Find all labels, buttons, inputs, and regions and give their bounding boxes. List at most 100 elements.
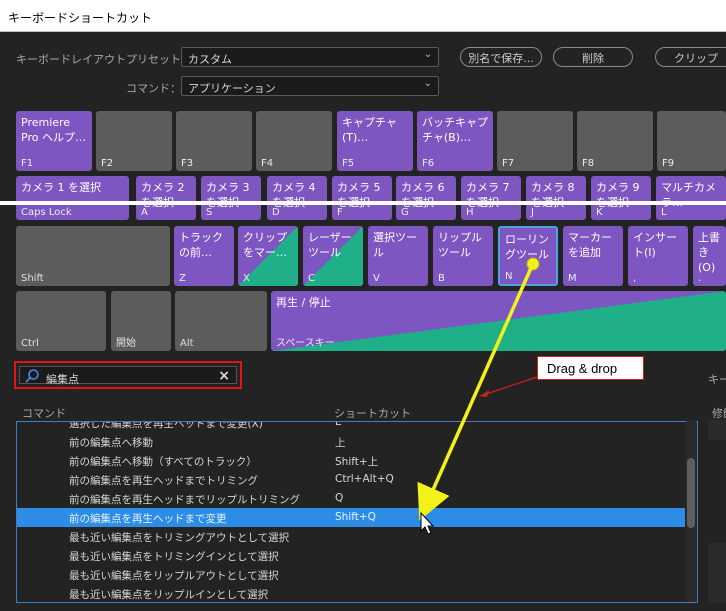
row-shortcut: Shift+Q [335, 511, 376, 523]
key-s[interactable]: カメラ 3 を選択 S [201, 176, 261, 220]
key-z-label: Z [179, 273, 186, 284]
key-c[interactable]: レーザーツール C [303, 226, 363, 286]
key-k[interactable]: カメラ 9 を選択 K [591, 176, 651, 220]
key-capslock-label: Caps Lock [21, 207, 72, 218]
key-l[interactable]: マルチカメラ… L [656, 176, 726, 220]
row-command: 選択した編集点を再生ヘッドまで変更(X) [69, 421, 263, 430]
preset-value: カスタム [188, 53, 232, 66]
row-command: 前の編集点を再生ヘッドまでリップルトリミング [69, 494, 300, 506]
table-row[interactable]: 前の編集点へ移動（すべてのトラック） Shift+上 [17, 451, 685, 470]
clipboard-button[interactable]: クリップ [655, 47, 726, 67]
key-alt-label: Alt [180, 338, 194, 349]
row-command: 最も近い編集点をリップルインとして選択 [69, 589, 269, 601]
screenshot-divider [0, 201, 726, 205]
key-c-command: レーザーツール [308, 231, 352, 259]
key-f7-label: F7 [502, 158, 515, 169]
key-l-label: L [661, 207, 667, 218]
key-x[interactable]: クリップをマー… X [238, 226, 298, 286]
key-f2-label: F2 [101, 158, 114, 169]
command-dropdown[interactable]: アプリケーション ⌄ [181, 76, 439, 96]
key-f1[interactable]: Premiere Pro ヘルプ… F1 [16, 111, 92, 171]
key-v[interactable]: 選択ツール V [368, 226, 428, 286]
key-space[interactable]: 再生 / 停止 スペースキー [271, 291, 726, 351]
command-value: アプリケーション [188, 82, 276, 95]
key-period[interactable]: 上書き(O) . [693, 226, 726, 286]
key-f1-command: Premiere Pro ヘルプ… [21, 116, 86, 144]
key-f3[interactable]: F3 [176, 111, 252, 171]
key-ctrl[interactable]: Ctrl [16, 291, 106, 351]
table-row[interactable]: 前の編集点へ移動 上 [17, 432, 685, 451]
key-d[interactable]: カメラ 4 を選択 D [267, 176, 327, 220]
table-row[interactable]: 最も近い編集点をトリミングアウトとして選択 [17, 527, 685, 546]
key-f2[interactable]: F2 [96, 111, 172, 171]
key-capslock[interactable]: カメラ 1 を選択 Caps Lock [16, 176, 129, 220]
table-row[interactable]: 前の編集点を再生ヘッドまでトリミング Ctrl+Alt+Q [17, 470, 685, 489]
delete-button[interactable]: 削除 [553, 47, 633, 67]
command-list[interactable]: 選択した編集点を再生ヘッドまで変更(X) E 前の編集点へ移動 上前の編集点へ移動（す… [16, 421, 698, 603]
column-header-shortcut[interactable]: ショートカット [334, 405, 411, 421]
scrollbar-thumb[interactable] [687, 458, 695, 528]
key-j[interactable]: カメラ 8 を選択 J [526, 176, 586, 220]
save-as-button[interactable]: 別名で保存... [460, 47, 542, 67]
key-j-label: J [531, 207, 534, 218]
key-f5[interactable]: キャプチャ (T)… F5 [337, 111, 413, 171]
column-header-command[interactable]: コマンド [22, 405, 66, 421]
window-title: キーボードショートカット [8, 11, 153, 25]
key-comma[interactable]: インサート(I) , [628, 226, 688, 286]
key-m-command: マーカーを追加 [568, 231, 612, 259]
key-f7[interactable]: F7 [497, 111, 573, 171]
table-row[interactable]: 最も近い編集点をリップルアウトとして選択 [17, 565, 685, 584]
key-a[interactable]: カメラ 2 を選択 A [136, 176, 196, 220]
chevron-down-icon: ⌄ [423, 49, 432, 60]
key-f[interactable]: カメラ 5 を選択 F [332, 176, 392, 220]
table-row[interactable]: 前の編集点を再生ヘッドまで変更 Shift+Q [17, 508, 685, 527]
table-row[interactable]: 最も近い編集点をトリミングインとして選択 [17, 546, 685, 565]
key-ctrl-label: Ctrl [21, 338, 39, 349]
key-n[interactable]: ローリングツール N [498, 226, 558, 286]
row-command: 前の編集点を再生ヘッドまでトリミング [69, 475, 258, 487]
key-b-label: B [438, 273, 445, 284]
table-row[interactable]: 前の編集点を再生ヘッドまでリップルトリミング Q [17, 489, 685, 508]
drag-drop-callout: Drag & drop [537, 356, 644, 380]
key-v-label: V [373, 273, 380, 284]
key-f8[interactable]: F8 [577, 111, 653, 171]
key-d-command: カメラ 4 を選択 [272, 181, 316, 209]
list-scrollbar[interactable] [686, 420, 696, 602]
key-z[interactable]: トラックの前… Z [174, 226, 234, 286]
row-shortcut: E [335, 421, 342, 428]
key-g[interactable]: カメラ 6 を選択 G [396, 176, 456, 220]
key-f4-label: F4 [261, 158, 274, 169]
key-alt[interactable]: Alt [175, 291, 267, 351]
key-b[interactable]: リップルツール B [433, 226, 493, 286]
right-panel-modifier-header: 修飾 [712, 407, 726, 420]
key-f9-label: F9 [662, 158, 675, 169]
key-capslock-command: カメラ 1 を選択 [21, 181, 101, 194]
key-f8-label: F8 [582, 158, 595, 169]
key-f6-label: F6 [422, 158, 435, 169]
key-h[interactable]: カメラ 7 を選択 H [461, 176, 521, 220]
right-panel-row [708, 420, 726, 440]
table-row[interactable]: 選択した編集点を再生ヘッドまで変更(X) E [17, 421, 685, 432]
key-m[interactable]: マーカーを追加 M [563, 226, 623, 286]
row-shortcut: Q [335, 492, 344, 504]
row-shortcut: 上 [335, 437, 346, 449]
clear-search-icon[interactable]: × [218, 368, 230, 384]
key-shift[interactable]: Shift [16, 226, 170, 286]
search-input[interactable]: 編集点 × [19, 366, 237, 386]
row-command: 最も近い編集点をリップルアウトとして選択 [69, 570, 279, 582]
key-space-label: スペースキー [276, 338, 335, 349]
preset-dropdown[interactable]: カスタム ⌄ [181, 47, 439, 67]
key-f4[interactable]: F4 [256, 111, 332, 171]
key-f6[interactable]: バッチキャプチャ(B)… F6 [417, 111, 493, 171]
key-f5-label: F5 [342, 158, 355, 169]
key-f9[interactable]: F9 [657, 111, 726, 171]
key-b-command: リップルツール [438, 231, 482, 259]
key-z-command: トラックの前… [179, 231, 223, 259]
key-l-command: マルチカメラ… [661, 181, 716, 209]
key-comma-label: , [633, 273, 637, 284]
key-f-command: カメラ 5 を選択 [337, 181, 381, 209]
key-windows[interactable]: 開始 [111, 291, 171, 351]
table-row[interactable]: 最も近い編集点をリップルインとして選択 [17, 584, 685, 602]
key-f5-command: キャプチャ (T)… [342, 116, 397, 144]
key-v-command: 選択ツール [373, 231, 417, 259]
